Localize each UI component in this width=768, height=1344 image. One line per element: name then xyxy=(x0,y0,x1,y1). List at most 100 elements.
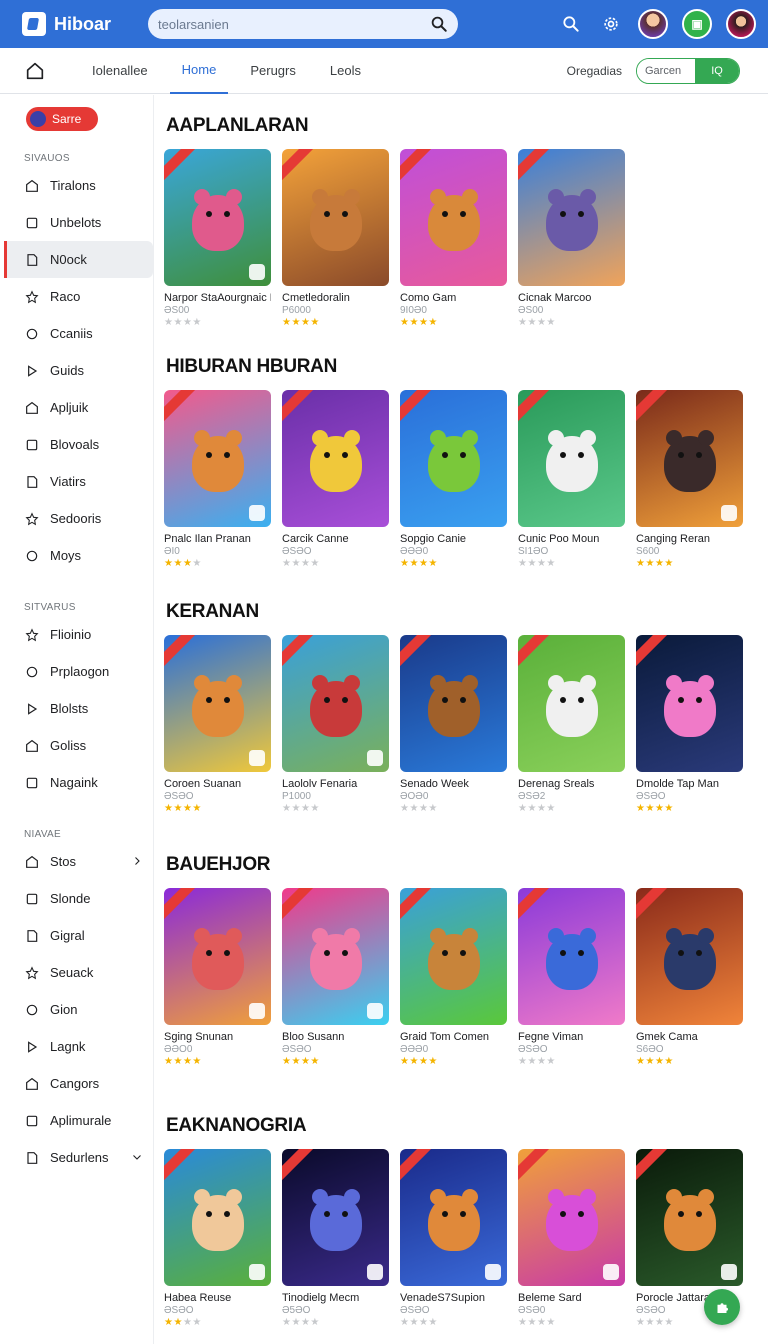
toggle-option-iq[interactable]: IQ xyxy=(695,58,739,83)
game-title[interactable]: Graid Tom Comen xyxy=(400,1031,507,1043)
game-card[interactable]: Pnalc Ilan Pranan ƏI0 ★★★★ xyxy=(164,390,271,569)
game-card[interactable]: Laololv Fenaria P1000 ★★★★ xyxy=(282,635,389,814)
game-card[interactable]: VenadeS7Supion ƏSƏO ★★★★ xyxy=(400,1149,507,1328)
search-input[interactable]: teolarsanien xyxy=(158,17,424,32)
game-title[interactable]: Coroen Suanan xyxy=(164,778,271,790)
game-title[interactable]: Tinodielg Mecm xyxy=(282,1292,389,1304)
sidebar-item[interactable]: Nagaink xyxy=(4,764,153,801)
sidebar-item[interactable]: Blolsts xyxy=(4,690,153,727)
game-title[interactable]: VenadeS7Supion xyxy=(400,1292,507,1304)
game-title[interactable]: Narpor StaAourgnaic Blhlit xyxy=(164,292,271,304)
search-bar[interactable]: teolarsanien xyxy=(148,9,458,39)
chevron-right-icon[interactable] xyxy=(131,855,143,867)
game-card[interactable]: Beleme Sard ƏSƏ0 ★★★★ xyxy=(518,1149,625,1328)
game-title[interactable]: Cunic Poo Moun xyxy=(518,533,625,545)
gear-icon[interactable] xyxy=(598,11,624,37)
sidebar-item[interactable]: Blovoals xyxy=(4,426,153,463)
chevron-down-icon[interactable] xyxy=(131,1151,143,1163)
game-card[interactable]: Bloo Susann ƏSƏO ★★★★ xyxy=(282,888,389,1067)
game-card[interactable]: Cicnak Marcoo ƏS00 ★★★★ xyxy=(518,149,625,328)
game-card[interactable]: Cunic Poo Moun SI1ƏO ★★★★ xyxy=(518,390,625,569)
sidebar-item[interactable]: Lagnk xyxy=(4,1028,153,1065)
game-thumbnail[interactable] xyxy=(636,390,743,527)
game-thumbnail[interactable] xyxy=(282,1149,389,1286)
game-card[interactable]: Narpor StaAourgnaic BlhlitƏS00★★★★ xyxy=(164,149,271,328)
game-thumbnail[interactable] xyxy=(164,390,271,527)
sidebar-item[interactable]: Tiralons xyxy=(4,167,153,204)
sidebar-item[interactable]: Raco xyxy=(4,278,153,315)
game-card[interactable]: Tinodielg Mecm Ə5ƏO ★★★★ xyxy=(282,1149,389,1328)
game-title[interactable]: Dmolde Tap Man xyxy=(636,778,743,790)
store-icon[interactable]: ▣ xyxy=(682,9,712,39)
game-card[interactable]: Graid Tom Comen ƏƏƏ0 ★★★★ xyxy=(400,888,507,1067)
game-title[interactable]: Gmek Cama xyxy=(636,1031,743,1043)
sidebar-item[interactable]: Seuack xyxy=(4,954,153,991)
game-thumbnail[interactable] xyxy=(518,390,625,527)
game-title[interactable]: Laololv Fenaria xyxy=(282,778,389,790)
game-thumbnail[interactable] xyxy=(164,888,271,1025)
game-card[interactable]: Cmetledoralin P6000 ★★★★ xyxy=(282,149,389,328)
game-thumbnail[interactable] xyxy=(518,1149,625,1286)
game-card[interactable]: Sopgio Canie ƏƏƏ0 ★★★★ xyxy=(400,390,507,569)
game-title[interactable]: Cicnak Marcoo xyxy=(518,292,625,304)
sidebar-item[interactable]: Prplaogon xyxy=(4,653,153,690)
game-thumbnail[interactable] xyxy=(400,888,507,1025)
tab-perugrs[interactable]: Perugrs xyxy=(238,48,308,94)
game-card[interactable]: Dmolde Tap Man ƏSƏO ★★★★ xyxy=(636,635,743,814)
game-title[interactable]: Senado Week xyxy=(400,778,507,790)
game-card[interactable]: Senado Week ƏOƏ0 ★★★★ xyxy=(400,635,507,814)
game-title[interactable]: Cmetledoralin xyxy=(282,292,389,304)
game-thumbnail[interactable] xyxy=(636,888,743,1025)
sidebar-item[interactable]: Gigral xyxy=(4,917,153,954)
sidebar-item[interactable]: Slonde xyxy=(4,880,153,917)
game-card[interactable]: Como Gam 9I0Ə0 ★★★★ xyxy=(400,149,507,328)
game-card[interactable]: Fegne Viman ƏSƏO ★★★★ xyxy=(518,888,625,1067)
avatar[interactable] xyxy=(726,9,756,39)
search-icon[interactable] xyxy=(430,15,448,33)
game-title[interactable]: Sopgio Canie xyxy=(400,533,507,545)
sidebar-item[interactable]: Viatirs xyxy=(4,463,153,500)
game-title[interactable]: Sging Snunan xyxy=(164,1031,271,1043)
puzzle-fab-button[interactable] xyxy=(704,1289,740,1325)
game-thumbnail[interactable] xyxy=(636,1149,743,1286)
game-thumbnail[interactable] xyxy=(282,888,389,1025)
game-card[interactable]: Carcik Canne ƏSƏO ★★★★ xyxy=(282,390,389,569)
game-title[interactable]: Carcik Canne xyxy=(282,533,389,545)
sidebar-item[interactable]: Unbelots xyxy=(4,204,153,241)
game-title[interactable]: Beleme Sard xyxy=(518,1292,625,1304)
game-title[interactable]: Pnalc Ilan Pranan xyxy=(164,533,271,545)
game-thumbnail[interactable] xyxy=(282,635,389,772)
app-logo[interactable]: Hiboar xyxy=(22,12,148,36)
sidebar-item[interactable]: Gion xyxy=(4,991,153,1028)
game-thumbnail[interactable] xyxy=(518,635,625,772)
toggle-option-garcen[interactable]: Garcen xyxy=(637,58,695,83)
game-thumbnail[interactable] xyxy=(282,149,389,286)
game-title[interactable]: Habea Reuse xyxy=(164,1292,271,1304)
game-title[interactable]: Como Gam xyxy=(400,292,507,304)
home-icon[interactable] xyxy=(24,60,46,82)
game-card[interactable]: Coroen Suanan ƏSƏO ★★★★ xyxy=(164,635,271,814)
avatar[interactable] xyxy=(638,9,668,39)
game-thumbnail[interactable] xyxy=(400,635,507,772)
tab-iolenallee[interactable]: Iolenallee xyxy=(80,48,160,94)
game-thumbnail[interactable] xyxy=(518,888,625,1025)
sidebar-item[interactable]: Sedurlens xyxy=(4,1139,153,1176)
game-card[interactable]: Derenag Sreals ƏSƏ2 ★★★★ xyxy=(518,635,625,814)
game-thumbnail[interactable] xyxy=(518,149,625,286)
view-toggle[interactable]: Garcen IQ xyxy=(636,57,740,84)
sidebar-item[interactable]: Cangors xyxy=(4,1065,153,1102)
game-card[interactable]: Canging Reran S600 ★★★★ xyxy=(636,390,743,569)
sidebar-item[interactable]: Goliss xyxy=(4,727,153,764)
sidebar-item[interactable]: Apljuik xyxy=(4,389,153,426)
tab-home[interactable]: Home xyxy=(169,48,229,94)
game-title[interactable]: Fegne Viman xyxy=(518,1031,625,1043)
game-title[interactable]: Derenag Sreals xyxy=(518,778,625,790)
game-thumbnail[interactable] xyxy=(164,149,271,286)
game-card[interactable]: Sging Snunan ƏƏO0 ★★★★ xyxy=(164,888,271,1067)
sidebar-item[interactable]: Ccaniis xyxy=(4,315,153,352)
game-thumbnail[interactable] xyxy=(282,390,389,527)
sidebar-item[interactable]: Guids xyxy=(4,352,153,389)
sidebar-item[interactable]: Moys xyxy=(4,537,153,574)
game-thumbnail[interactable] xyxy=(164,1149,271,1286)
game-thumbnail[interactable] xyxy=(400,1149,507,1286)
